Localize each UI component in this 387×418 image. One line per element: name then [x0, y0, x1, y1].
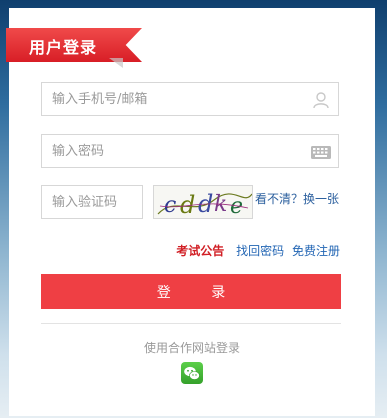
- auxiliary-links: 考试公告 找回密码 免费注册: [168, 242, 340, 259]
- user-icon: [312, 91, 330, 109]
- password-field: [41, 134, 339, 168]
- phone-email-field: [41, 82, 339, 116]
- captcha-input[interactable]: [42, 186, 142, 218]
- register-link[interactable]: 免费注册: [292, 244, 340, 258]
- wechat-icon: [181, 366, 203, 388]
- svg-text:c: c: [164, 193, 176, 218]
- keyboard-icon[interactable]: [310, 143, 332, 161]
- ribbon-fold: [109, 58, 123, 68]
- phone-email-input[interactable]: [42, 83, 338, 115]
- password-input[interactable]: [42, 135, 338, 167]
- login-title: 用户登录: [29, 38, 98, 57]
- captcha-field: [41, 185, 143, 219]
- captcha-refresh-link[interactable]: 看不清？换一张: [255, 190, 339, 207]
- wechat-login-button[interactable]: [181, 362, 203, 384]
- divider: [41, 323, 341, 324]
- login-panel: 用户登录 输入手机号/邮箱 输入验证码 c d d k e 看不清？换一张 考试…: [6, 8, 375, 416]
- recover-password-link[interactable]: 找回密码: [236, 244, 284, 258]
- partner-login-label: 使用合作网站登录: [143, 341, 240, 355]
- exam-notice-link[interactable]: 考试公告: [176, 244, 224, 258]
- login-button[interactable]: 登 录: [41, 274, 341, 309]
- captcha-image[interactable]: c d d k e: [153, 185, 253, 219]
